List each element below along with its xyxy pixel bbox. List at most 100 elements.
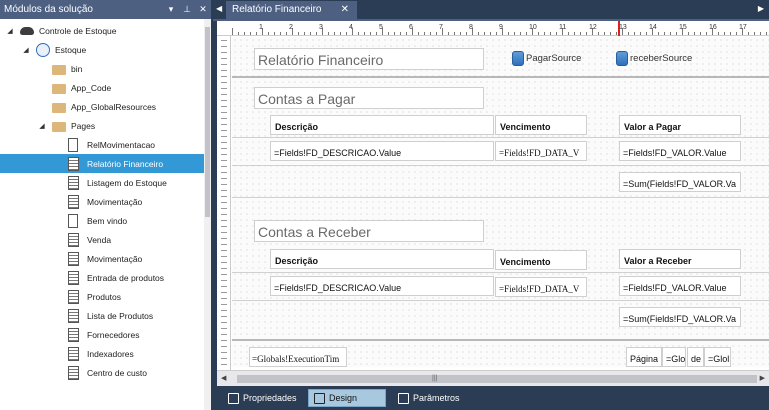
tree-item[interactable]: Lista de Produtos [0, 306, 204, 325]
report-icon [68, 251, 79, 266]
close-icon[interactable]: ✕ [195, 4, 211, 15]
scroll-left-icon[interactable]: ◀ [221, 374, 226, 382]
ruler-tick [316, 32, 317, 35]
tree-item[interactable]: ◢ Controle de Estoque [0, 21, 204, 40]
ruler-tick [221, 136, 227, 137]
ruler-tick [496, 32, 497, 35]
tab-parametros[interactable]: Parâmetros [393, 389, 465, 407]
ruler-tick [221, 340, 227, 341]
column-header-vencimento[interactable]: Vencimento [495, 250, 587, 270]
field-data-vencimento[interactable]: =Fields!FD_DATA_V [495, 277, 587, 297]
ruler-tick [754, 32, 755, 35]
field-sum-valor[interactable]: =Sum(Fields!FD_VALOR.Va [619, 307, 741, 327]
column-header-valor-pagar[interactable]: Valor a Pagar [619, 115, 741, 135]
tree-item[interactable]: Relatório Financeiro [0, 154, 204, 173]
tab-design[interactable]: Design [308, 389, 386, 407]
ruler-tick [221, 226, 227, 227]
field-valor[interactable]: =Fields!FD_VALOR.Value [619, 276, 741, 296]
section-heading-pagar[interactable]: Contas a Pagar [254, 87, 484, 109]
column-header-descricao[interactable]: Descrição [270, 115, 494, 135]
tree-item[interactable]: Bem vindo [0, 211, 204, 230]
field-descricao[interactable]: =Fields!FD_DESCRICAO.Value [270, 141, 494, 161]
tree-item-label: bin [71, 63, 83, 74]
ruler-tick [664, 32, 665, 35]
ruler-tick [406, 32, 407, 35]
footer-execution-time[interactable]: =Globals!ExecutionTim [249, 347, 347, 367]
tree-item[interactable]: Centro de custo [0, 363, 204, 382]
tree-item[interactable]: bin [0, 59, 204, 78]
ruler-tick [221, 118, 227, 119]
tree-item[interactable]: Listagem do Estoque [0, 173, 204, 192]
tree-item[interactable]: Entrada de produtos [0, 268, 204, 287]
tab-propriedades[interactable]: Propriedades [223, 389, 302, 407]
tree-item[interactable]: Venda [0, 230, 204, 249]
section-heading-receber[interactable]: Contas a Receber [254, 220, 484, 242]
field-descricao[interactable]: =Fields!FD_DESCRICAO.Value [270, 276, 494, 296]
field-valor[interactable]: =Fields!FD_VALOR.Value [619, 141, 741, 161]
tree-item[interactable]: Movimentação [0, 249, 204, 268]
ruler-tick [574, 32, 575, 35]
solution-tree-scrollbar[interactable] [204, 19, 211, 410]
ruler-number: 11 [559, 24, 567, 31]
expand-toggle-icon[interactable]: ◢ [6, 27, 14, 35]
pin-icon[interactable]: ⊥ [179, 4, 195, 15]
footer-of-label[interactable]: de [687, 347, 704, 367]
tree-item[interactable]: ◢ Pages [0, 116, 204, 135]
column-header-vencimento[interactable]: Vencimento [495, 115, 587, 135]
ruler-tick [221, 346, 227, 347]
chevron-down-icon[interactable]: ▾ [163, 4, 179, 15]
ruler-tick [484, 32, 485, 35]
ruler-tick [221, 184, 227, 185]
ruler-tick [221, 310, 227, 311]
report-designer: 1 2 3 4 5 6 7 8 9 10 11 12 13 14 15 16 17 Relatório Fina… [217, 21, 769, 386]
tree-item-label: Centro de custo [87, 367, 148, 378]
tab-scroll-left-icon[interactable]: ◀ [216, 4, 222, 13]
tab-relatorio-financeiro[interactable]: Relatório Financeiro ✕ [226, 1, 357, 19]
field-sum-valor[interactable]: =Sum(Fields!FD_VALOR.Va [619, 172, 741, 192]
close-icon[interactable]: ✕ [341, 4, 349, 15]
footer-total-pages[interactable]: =Glol [704, 347, 731, 367]
expand-toggle-icon[interactable]: ◢ [38, 122, 46, 130]
ruler-tick [460, 32, 461, 35]
ruler-number: 13 [619, 24, 627, 31]
scrollbar-thumb[interactable] [237, 375, 757, 383]
ruler-number: 8 [469, 24, 473, 31]
datasource-receber[interactable]: receberSource [616, 51, 692, 66]
expand-toggle-icon[interactable]: ◢ [22, 46, 30, 54]
column-header-valor-receber[interactable]: Valor a Receber [619, 249, 741, 269]
tree-item[interactable]: ◢ Estoque [0, 40, 204, 59]
footer-page-number[interactable]: =Glol [662, 347, 686, 367]
bottom-tab-strip: Propriedades Design Parâmetros [213, 387, 769, 410]
ruler-tick [478, 32, 479, 35]
field-data-vencimento[interactable]: =Fields!FD_DATA_V [495, 141, 587, 161]
ruler-number: 12 [589, 24, 597, 31]
scrollbar-thumb[interactable] [205, 27, 210, 217]
report-canvas[interactable]: Relatório Financeiro PagarSource receber… [232, 37, 769, 367]
ruler-tick [616, 32, 617, 35]
ruler-tick [346, 32, 347, 35]
cloud-icon [20, 27, 34, 35]
scroll-right-icon[interactable]: ▶ [760, 374, 765, 382]
tree-item[interactable]: App_Code [0, 78, 204, 97]
design-icon [314, 392, 325, 404]
solution-panel-titlebar: Módulos da solução ▾ ⊥ ✕ [0, 0, 211, 19]
tree-item[interactable]: App_GlobalResources [0, 97, 204, 116]
tree-item[interactable]: Indexadores [0, 344, 204, 363]
ruler-tick [640, 32, 641, 35]
report-icon [68, 308, 79, 323]
tree-item[interactable]: RelMovimentacao [0, 135, 204, 154]
ruler-tick [466, 32, 467, 35]
ruler-tick [568, 32, 569, 35]
tab-overflow-icon[interactable]: ▶ [758, 4, 764, 13]
datasource-pagar[interactable]: PagarSource [512, 51, 581, 66]
column-header-descricao[interactable]: Descrição [270, 249, 494, 269]
tree-item[interactable]: Fornecedores [0, 325, 204, 344]
ruler-tick [221, 208, 227, 209]
ruler-tick [244, 32, 245, 35]
tree-item[interactable]: Produtos [0, 287, 204, 306]
designer-horizontal-scrollbar[interactable]: ◀ ||| ▶ [217, 370, 769, 386]
tree-item-label: Produtos [87, 291, 122, 302]
footer-page-label[interactable]: Página [626, 347, 662, 367]
tree-item[interactable]: Movimentação [0, 192, 204, 211]
report-title[interactable]: Relatório Financeiro [254, 48, 484, 70]
